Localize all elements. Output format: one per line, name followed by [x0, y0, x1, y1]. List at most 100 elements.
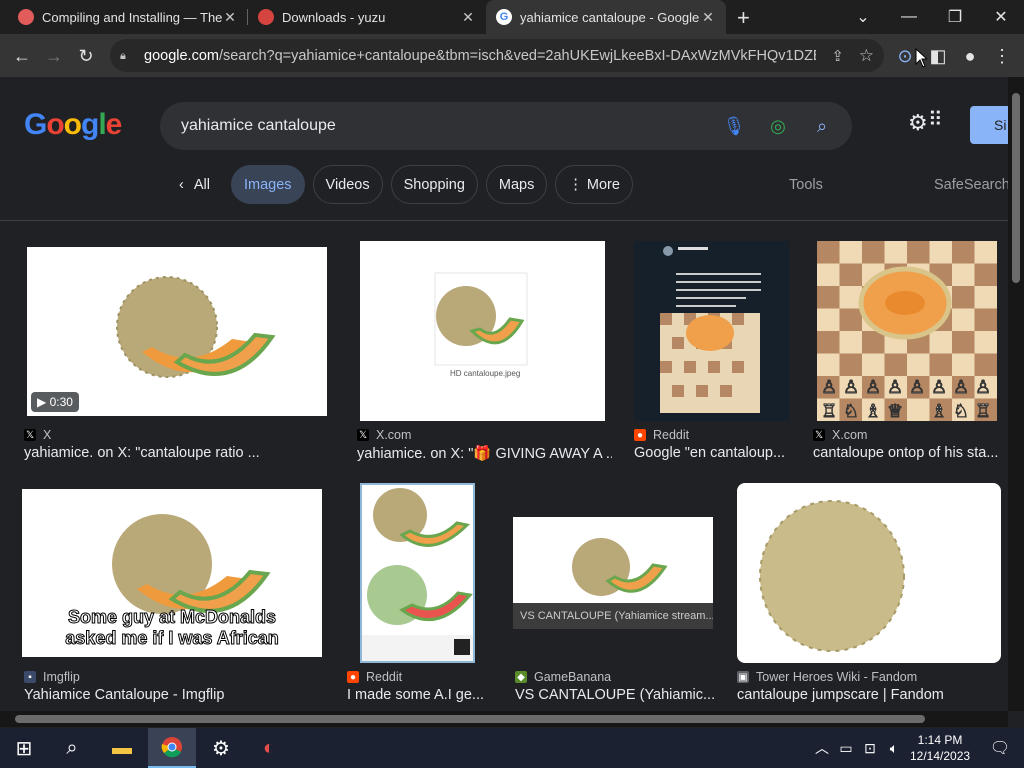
result-source[interactable]: ● Reddit — [634, 428, 689, 442]
tab-images[interactable]: Images — [230, 165, 305, 204]
close-tab-icon[interactable]: ✕ — [222, 9, 238, 26]
scrollbar-thumb[interactable] — [1012, 93, 1020, 283]
tab-shopping[interactable]: Shopping — [390, 165, 478, 204]
duration-text: 0:30 — [49, 395, 73, 409]
yuzu-app-icon[interactable]: ◐ — [245, 728, 293, 768]
tab-strip: Compiling and Installing — The I ✕ Downl… — [0, 0, 1024, 34]
whole-cantaloupe-image — [759, 500, 905, 652]
result-source[interactable]: ◆ GameBanana — [515, 670, 611, 684]
result-thumbnail[interactable]: VS CANTALOUPE (Yahiamice stream... — [513, 517, 713, 629]
search-box[interactable]: yahiamice cantaloupe 🎙︎ ◎ ⌕ — [160, 102, 852, 150]
tab-search-icon[interactable]: ⌄ — [840, 0, 886, 34]
new-tab-button[interactable]: + — [737, 5, 750, 31]
tab-more[interactable]: ⋮ More — [555, 165, 633, 204]
chrome-icon[interactable] — [148, 728, 196, 768]
source-label: X.com — [832, 428, 868, 442]
result-source[interactable]: ▣ Tower Heroes Wiki - Fandom — [737, 670, 917, 684]
volume-muted-icon[interactable]: 🔈︎ — [884, 728, 904, 768]
settings-gear-icon[interactable]: ⚙ — [197, 728, 245, 768]
address-bar[interactable]: 🔒︎ google.com/search?q=yahiamice+cantalo… — [110, 39, 884, 72]
result-caption[interactable]: I made some A.I ge... — [347, 687, 487, 703]
back-button[interactable]: ← — [9, 43, 35, 69]
result-thumbnail[interactable] — [737, 483, 1001, 663]
svg-text:♙: ♙ — [843, 377, 859, 397]
scrollbar-thumb[interactable] — [15, 715, 925, 723]
tab-google-search[interactable]: G yahiamice cantaloupe - Google S ✕ — [486, 0, 726, 34]
result-caption[interactable]: Google "en cantaloup... — [634, 445, 784, 461]
forward-button[interactable]: → — [41, 43, 67, 69]
result-source[interactable]: 𝕏 X.com — [357, 428, 411, 442]
result-source[interactable]: ▪ Imgflip — [24, 670, 80, 684]
side-panel-icon[interactable]: ◧ — [925, 43, 951, 69]
tab-compiling[interactable]: Compiling and Installing — The I ✕ — [8, 0, 248, 34]
result-source[interactable]: 𝕏 X.com — [813, 428, 867, 442]
notifications-icon[interactable]: 🗨︎ — [976, 728, 1024, 768]
file-explorer-icon[interactable]: ▬ — [98, 728, 146, 768]
result-caption[interactable]: yahiamice. on X: "cantaloupe ratio ... — [24, 445, 324, 461]
horizontal-scrollbar[interactable] — [0, 711, 1008, 727]
settings-gear-icon[interactable]: ⚙ — [908, 110, 928, 136]
svg-text:♙: ♙ — [975, 377, 991, 397]
tools-button[interactable]: Tools — [789, 177, 823, 193]
search-icon[interactable]: ⌕ — [800, 104, 844, 148]
show-hidden-icons-icon[interactable]: ︿ — [812, 728, 832, 768]
clock-time: 1:14 PM — [917, 733, 963, 747]
result-caption[interactable]: cantaloupe jumpscare | Fandom — [737, 687, 997, 703]
menu-icon[interactable]: ⋮ — [989, 43, 1015, 69]
image-file-label: HD cantaloupe.jpeg — [450, 369, 521, 378]
browser-toolbar: ← → ↻ 🔒︎ google.com/search?q=yahiamice+c… — [0, 34, 1024, 77]
svg-text:♙: ♙ — [909, 377, 925, 397]
x-icon: 𝕏 — [357, 429, 369, 441]
reddit-icon: ● — [347, 671, 359, 683]
result-caption[interactable]: Yahiamice Cantaloupe - Imgflip — [24, 687, 324, 703]
result-caption[interactable]: yahiamice. on X: "🎁 GIVING AWAY A ... — [357, 445, 612, 462]
tab-downloads-yuzu[interactable]: Downloads - yuzu ✕ — [248, 0, 486, 34]
apps-grid-icon[interactable]: ⠿ — [928, 107, 943, 132]
network-icon[interactable]: ▭ — [836, 728, 856, 768]
source-label: GameBanana — [534, 670, 612, 684]
vertical-scrollbar[interactable] — [1008, 77, 1024, 711]
tab-maps[interactable]: Maps — [485, 165, 548, 204]
search-input[interactable]: yahiamice cantaloupe — [181, 117, 712, 135]
restore-button[interactable]: ❐ — [932, 0, 978, 34]
close-window-button[interactable]: ✕ — [978, 0, 1024, 34]
source-label: Tower Heroes Wiki - Fandom — [756, 670, 918, 684]
close-tab-icon[interactable]: ✕ — [700, 9, 716, 26]
result-caption[interactable]: cantaloupe ontop of his sta... — [813, 445, 1001, 461]
lens-icon[interactable]: ◎ — [756, 104, 800, 148]
result-caption[interactable]: VS CANTALOUPE (Yahiamic... — [515, 687, 715, 703]
result-source[interactable]: 𝕏X — [24, 428, 51, 442]
share-icon[interactable]: ⇪ — [831, 47, 844, 65]
tab-all[interactable]: ‹ All — [166, 165, 223, 204]
result-thumbnail[interactable]: Some guy at McDonalds asked me if I was … — [22, 489, 322, 657]
result-thumbnail[interactable]: HD cantaloupe.jpeg — [360, 241, 605, 421]
url-text: google.com/search?q=yahiamice+cantaloupe… — [144, 48, 816, 64]
safesearch-button[interactable]: SafeSearch — [934, 177, 1008, 193]
svg-text:♙: ♙ — [821, 377, 837, 397]
reload-button[interactable]: ↻ — [73, 43, 99, 69]
result-thumbnail[interactable]: ♙ ♙ ♙ ♙ ♙ ♙ ♙ ♙ ♖ ♘ ♗ ♕ ♗ ♘ ♖ — [817, 241, 997, 421]
lock-icon: 🔒︎ — [120, 49, 126, 62]
svg-text:♙: ♙ — [953, 377, 969, 397]
google-logo[interactable]: Google — [24, 108, 122, 142]
bookmark-star-icon[interactable]: ☆ — [859, 46, 874, 66]
profile-icon[interactable]: ● — [957, 43, 983, 69]
result-source[interactable]: ● Reddit — [347, 670, 402, 684]
yuzu-icon — [258, 9, 274, 25]
result-thumbnail[interactable]: ▶ 0:30 — [27, 247, 327, 416]
close-tab-icon[interactable]: ✕ — [460, 9, 476, 26]
search-icon[interactable]: ⌕ — [48, 728, 96, 768]
result-thumbnail[interactable] — [360, 483, 475, 663]
tab-title: Downloads - yuzu — [282, 9, 386, 25]
windows-start-icon[interactable]: ⊞ — [0, 728, 48, 768]
voice-search-icon[interactable]: 🎙︎ — [712, 104, 756, 148]
meme-line: Some guy at McDonalds — [67, 607, 277, 628]
minimize-button[interactable]: — — [886, 0, 932, 34]
display-icon[interactable]: ⊡ — [860, 728, 880, 768]
result-thumbnail[interactable] — [634, 241, 789, 421]
sign-in-button[interactable]: Si — [970, 106, 1008, 144]
svg-text:♕: ♕ — [887, 401, 903, 421]
tab-videos[interactable]: Videos — [312, 165, 383, 204]
meme-line: asked me if I was African — [65, 628, 279, 649]
system-clock[interactable]: 1:14 PM 12/14/2023 — [910, 732, 970, 764]
